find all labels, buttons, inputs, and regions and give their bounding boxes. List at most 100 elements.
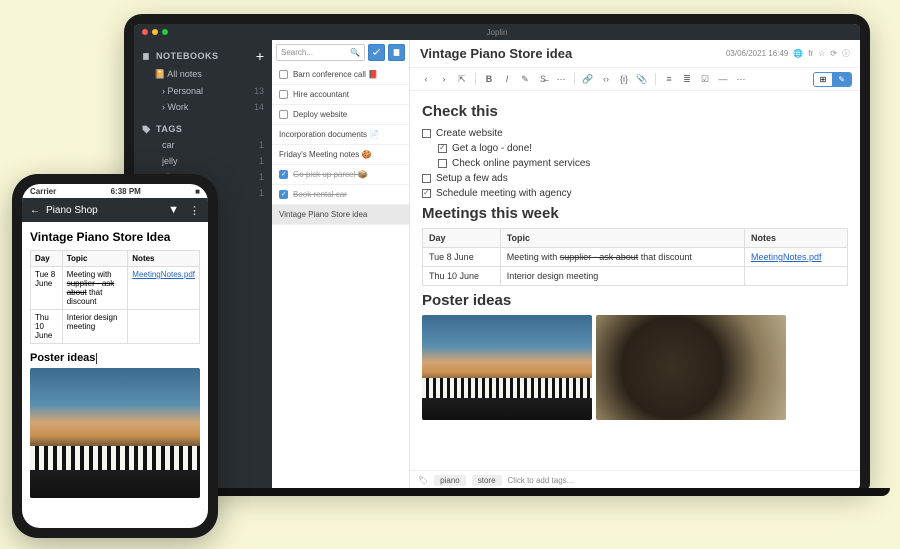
minimize-dot[interactable] [152, 29, 158, 35]
markdown-mode[interactable]: ⊞ [814, 73, 833, 86]
poster-image-turntable [596, 315, 786, 420]
window-title: Joplin [487, 28, 508, 37]
code-button[interactable]: ‹› [598, 71, 614, 87]
phone-screen: Carrier 6:38 PM ■ ← Piano Shop ▼ ⋮ Vinta… [22, 184, 208, 528]
phone-status-bar: Carrier 6:38 PM ■ [22, 184, 208, 198]
bold-button[interactable]: B [481, 71, 497, 87]
desktop-screen: Joplin NOTEBOOKS + 📔 All notes › Persona… [134, 24, 860, 490]
tag-car[interactable]: car1 [134, 137, 272, 153]
sync-icon[interactable]: ⟳ [830, 49, 837, 58]
star-icon[interactable]: ☆ [818, 49, 825, 58]
add-notebook-button[interactable]: + [256, 49, 264, 63]
italic-button[interactable]: I [499, 71, 515, 87]
inline-code-button[interactable]: {i} [616, 71, 632, 87]
new-todo-button[interactable] [368, 44, 385, 61]
all-notes-item[interactable]: 📔 All notes [134, 66, 272, 83]
phone-frame: Carrier 6:38 PM ■ ← Piano Shop ▼ ⋮ Vinta… [12, 174, 218, 538]
tag-chip[interactable]: store [472, 475, 502, 486]
info-icon[interactable]: ⓘ [842, 48, 850, 59]
task-checkbox[interactable] [438, 144, 447, 153]
note-list-item[interactable]: Hire accountant [272, 85, 409, 105]
window-titlebar: Joplin [134, 24, 860, 40]
note-list-item[interactable]: Incorporation documents 📄 [272, 125, 409, 145]
phone-table: DayTopicNotesTue 8 JuneMeeting with supp… [30, 250, 200, 344]
todo-checkbox[interactable] [279, 110, 288, 119]
hr-button[interactable]: — [715, 71, 731, 87]
note-date: 03/06/2021 16:49 [726, 49, 788, 58]
todo-checkbox[interactable] [279, 190, 288, 199]
task-checkbox[interactable] [438, 159, 447, 168]
heading-poster: Poster ideas [422, 292, 848, 309]
notebooks-icon [142, 52, 151, 61]
highlight-button[interactable]: ✎ [517, 71, 533, 87]
add-tags-input[interactable]: Click to add tags... [508, 476, 574, 485]
battery-icon: ■ [195, 187, 200, 196]
lang-label: fr [808, 49, 813, 58]
back-arrow-icon[interactable]: ← [30, 205, 40, 216]
attach-button[interactable]: 📎 [634, 71, 650, 87]
checkbox-list-button[interactable]: ☑ [697, 71, 713, 87]
strike-button[interactable]: S̶ [535, 71, 551, 87]
file-link[interactable]: MeetingNotes.pdf [751, 252, 822, 262]
file-link[interactable]: MeetingNotes.pdf [132, 270, 195, 279]
note-list-item[interactable]: Vintage Piano Store idea [272, 205, 409, 225]
heading-check: Check this [422, 103, 848, 120]
globe-icon[interactable]: 🌐 [793, 49, 803, 58]
tags-icon [142, 125, 151, 134]
forward-button[interactable]: › [436, 71, 452, 87]
task-checkbox[interactable] [422, 129, 431, 138]
menu-icon[interactable]: ⋮ [189, 204, 200, 217]
task-item[interactable]: Check online payment services [422, 156, 848, 171]
back-button[interactable]: ‹ [418, 71, 434, 87]
link-button[interactable]: 🔗 [580, 71, 596, 87]
new-note-button[interactable] [388, 44, 405, 61]
more-format-button[interactable]: ⋯ [553, 71, 569, 87]
tag-icon: 🏷 [418, 476, 428, 485]
laptop-frame: Joplin NOTEBOOKS + 📔 All notes › Persona… [124, 14, 870, 490]
todo-checkbox[interactable] [279, 70, 288, 79]
task-checkbox[interactable] [422, 174, 431, 183]
phone-title: Piano Shop [46, 205, 98, 216]
number-list-button[interactable]: ≣ [679, 71, 695, 87]
richtext-mode[interactable]: ✎ [832, 73, 851, 86]
note-list-item[interactable]: Go pick up parcel 📦 [272, 165, 409, 185]
notebooks-label: NOTEBOOKS [156, 51, 219, 61]
task-checkbox[interactable] [422, 189, 431, 198]
note-list-item[interactable]: Barn conference call 📕 [272, 65, 409, 85]
tag-jelly[interactable]: jelly1 [134, 153, 272, 169]
more-button[interactable]: ⋯ [733, 71, 749, 87]
phone-note-title: Vintage Piano Store Idea [30, 230, 200, 244]
external-link-icon[interactable]: ⇱ [454, 71, 470, 87]
note-list-item[interactable]: Book rental car [272, 185, 409, 205]
close-dot[interactable] [142, 29, 148, 35]
tag-chip[interactable]: piano [434, 475, 466, 486]
search-input[interactable]: Search...🔍 [276, 44, 365, 61]
sidebar-notebook-personal[interactable]: › Personal13 [134, 83, 272, 99]
note-list-item[interactable]: Deploy website [272, 105, 409, 125]
todo-checkbox[interactable] [279, 90, 288, 99]
sidebar-notebook-work[interactable]: › Work14 [134, 99, 272, 115]
editor-pane: Vintage Piano Store idea 03/06/2021 16:4… [410, 40, 860, 490]
phone-header: ← Piano Shop ▼ ⋮ [22, 198, 208, 222]
todo-checkbox[interactable] [279, 170, 288, 179]
phone-heading-poster: Poster ideas [30, 352, 200, 364]
tags-label: TAGS [156, 124, 182, 134]
note-title[interactable]: Vintage Piano Store idea [420, 46, 572, 61]
maximize-dot[interactable] [162, 29, 168, 35]
heading-meetings: Meetings this week [422, 205, 848, 222]
tags-bar: 🏷 piano store Click to add tags... [410, 470, 860, 490]
search-icon: 🔍 [350, 48, 360, 57]
task-item[interactable]: Get a logo - done! [422, 141, 848, 156]
phone-content[interactable]: Vintage Piano Store Idea DayTopicNotesTu… [22, 222, 208, 528]
task-item[interactable]: Setup a few ads [422, 171, 848, 186]
task-item[interactable]: Schedule meeting with agency [422, 186, 848, 201]
note-list: Search...🔍 Barn conference call 📕Hire ac… [272, 40, 410, 490]
note-list-item[interactable]: Friday's Meeting notes 🍪 [272, 145, 409, 165]
poster-image-piano [422, 315, 592, 420]
filter-icon[interactable]: ▼ [168, 204, 179, 216]
view-toggle[interactable]: ⊞ ✎ [813, 72, 852, 87]
phone-poster-image [30, 368, 200, 498]
task-item[interactable]: Create website [422, 126, 848, 141]
bullet-list-button[interactable]: ≡ [661, 71, 677, 87]
note-content[interactable]: Check this Create websiteGet a logo - do… [410, 91, 860, 470]
